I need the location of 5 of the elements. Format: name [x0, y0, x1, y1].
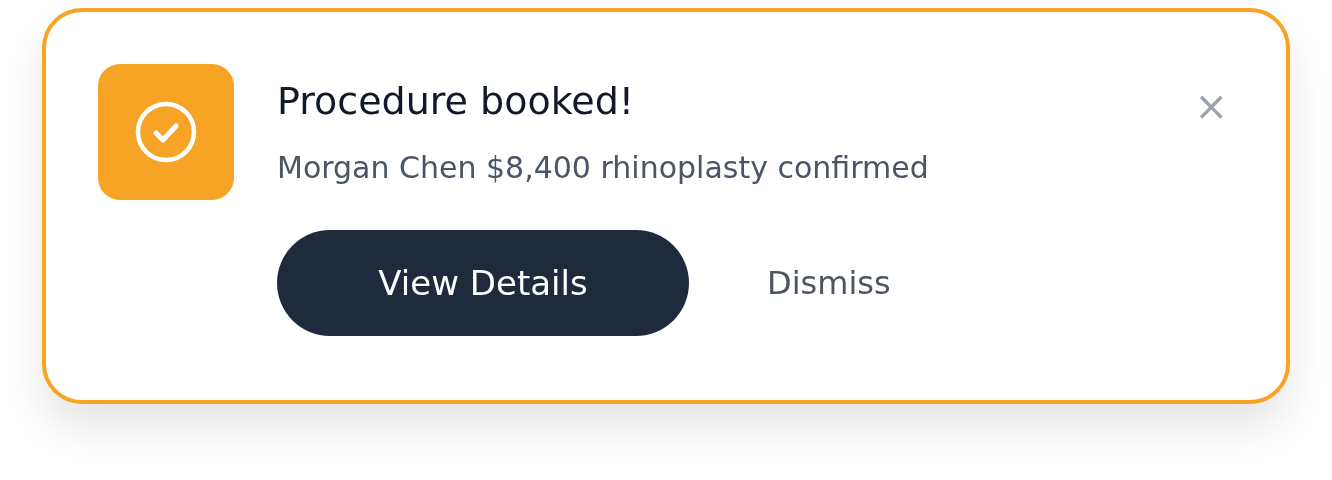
toast-title: Procedure booked! — [277, 78, 634, 125]
view-details-button[interactable]: View Details — [277, 230, 689, 336]
toast-message: Morgan Chen $8,400 rhinoplasty confirmed — [277, 149, 929, 187]
dismiss-button[interactable]: Dismiss — [767, 264, 891, 302]
check-circle-icon — [134, 100, 198, 164]
